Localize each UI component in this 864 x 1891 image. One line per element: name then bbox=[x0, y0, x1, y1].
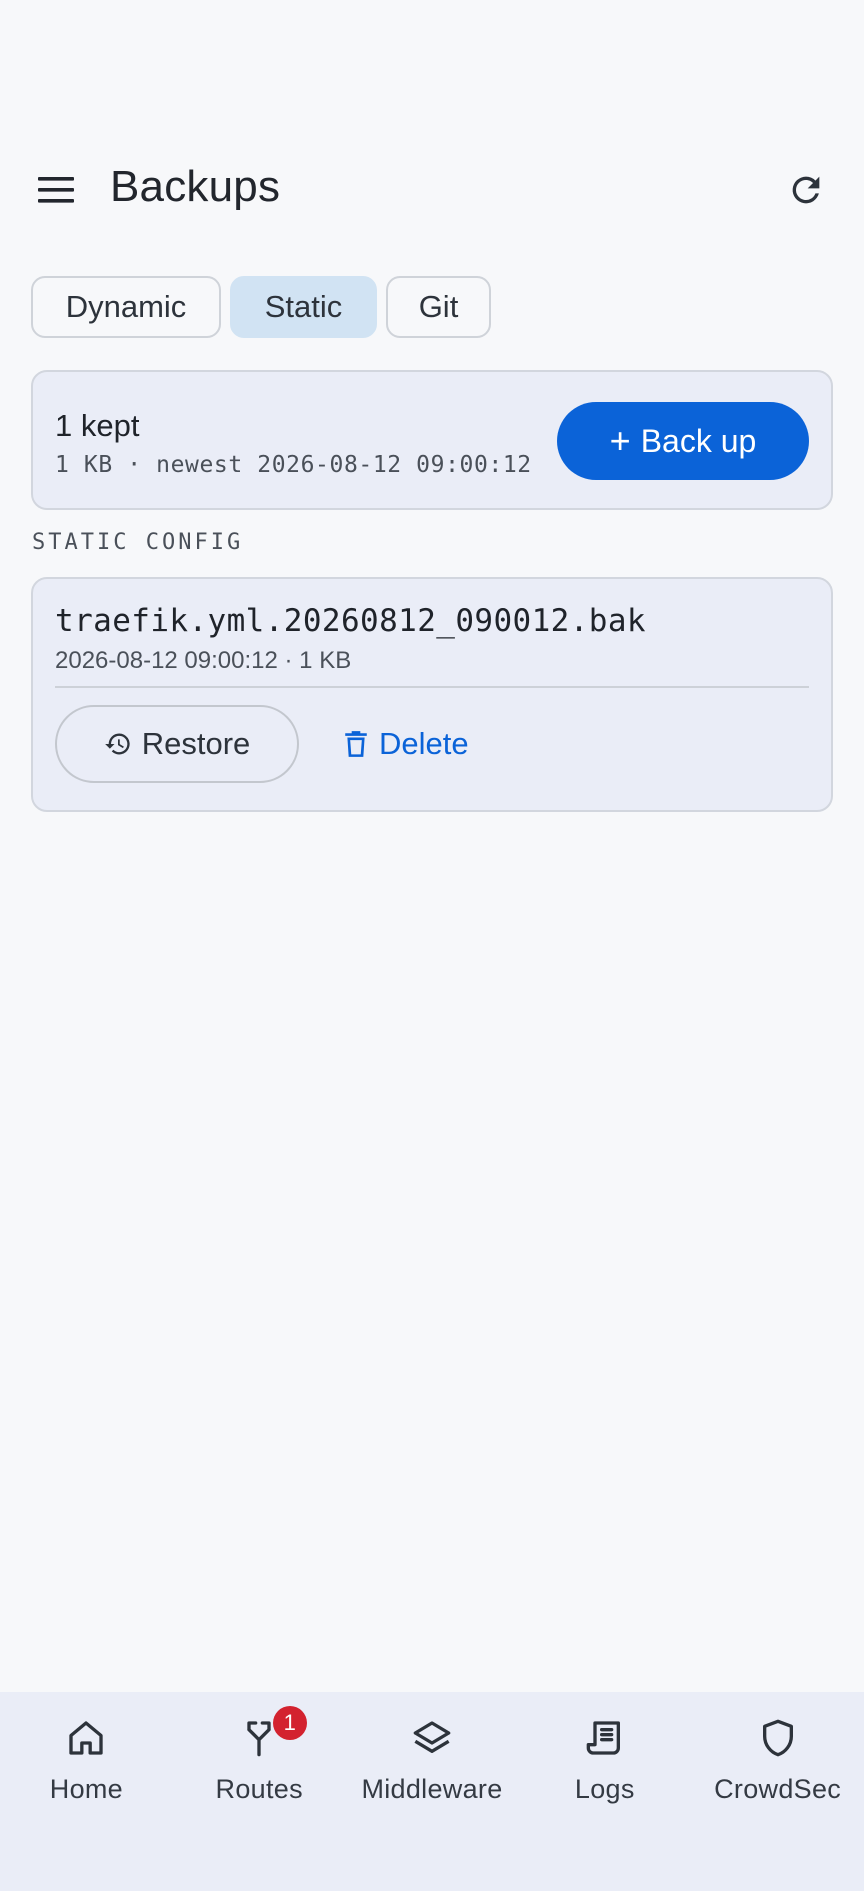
backup-type-tabs: Dynamic Static Git bbox=[31, 276, 491, 338]
backup-count: 1 kept bbox=[55, 408, 140, 443]
top-app-bar: Backups bbox=[0, 150, 864, 230]
backup-summary-meta: 1 KB · newest 2026-08-12 09:00:12 bbox=[55, 452, 532, 478]
backup-file-meta: 2026-08-12 09:00:12 · 1 KB bbox=[55, 647, 352, 674]
nav-routes[interactable]: 1 Routes bbox=[173, 1692, 346, 1832]
restore-button-label: Restore bbox=[141, 726, 251, 761]
nav-logs-label: Logs bbox=[574, 1774, 635, 1804]
card-divider bbox=[55, 686, 809, 688]
backup-file-name: traefik.yml.20260812_090012.bak bbox=[55, 603, 646, 639]
logs-icon bbox=[586, 1721, 620, 1755]
nav-middleware[interactable]: Middleware bbox=[346, 1692, 519, 1832]
refresh-icon bbox=[792, 176, 820, 204]
layers-icon bbox=[413, 1721, 451, 1753]
restore-button[interactable]: Restore bbox=[55, 705, 299, 783]
nav-routes-label: Routes bbox=[215, 1774, 303, 1804]
nav-home[interactable]: Home bbox=[0, 1692, 173, 1832]
history-icon bbox=[104, 733, 130, 755]
nav-crowdsec[interactable]: CrowdSec bbox=[691, 1692, 864, 1832]
app: Backups Dynamic Static Git 1 kept 1 KB ·… bbox=[0, 0, 864, 1891]
trash-icon bbox=[345, 731, 367, 757]
refresh-button[interactable] bbox=[778, 164, 834, 216]
tab-dynamic[interactable]: Dynamic bbox=[31, 276, 221, 338]
nav-logs[interactable]: Logs bbox=[518, 1692, 691, 1832]
routes-badge: 1 bbox=[272, 1706, 307, 1740]
shield-icon bbox=[762, 1719, 793, 1757]
page-title: Backups bbox=[110, 162, 281, 211]
bottom-navigation: Home 1 Routes Middleware Logs CrowdSec bbox=[0, 1692, 864, 1891]
back-up-button-label: Back up bbox=[640, 422, 757, 459]
section-label: STATIC CONFIG bbox=[32, 530, 244, 555]
nav-crowdsec-label: CrowdSec bbox=[714, 1774, 842, 1804]
tab-git[interactable]: Git bbox=[386, 276, 491, 338]
delete-button-label: Delete bbox=[379, 726, 469, 761]
delete-button[interactable]: Delete bbox=[333, 705, 479, 783]
plus-icon: + bbox=[609, 420, 631, 461]
nav-home-label: Home bbox=[49, 1774, 124, 1804]
tab-static[interactable]: Static bbox=[230, 276, 377, 338]
hamburger-menu-icon bbox=[38, 177, 74, 203]
home-icon bbox=[69, 1721, 104, 1755]
backup-file-card: traefik.yml.20260812_090012.bak 2026-08-… bbox=[31, 577, 833, 812]
nav-middleware-label: Middleware bbox=[361, 1774, 503, 1804]
back-up-button[interactable]: + Back up bbox=[557, 402, 809, 480]
backup-summary-card: 1 kept 1 KB · newest 2026-08-12 09:00:12… bbox=[31, 370, 833, 510]
menu-button[interactable] bbox=[26, 164, 86, 216]
